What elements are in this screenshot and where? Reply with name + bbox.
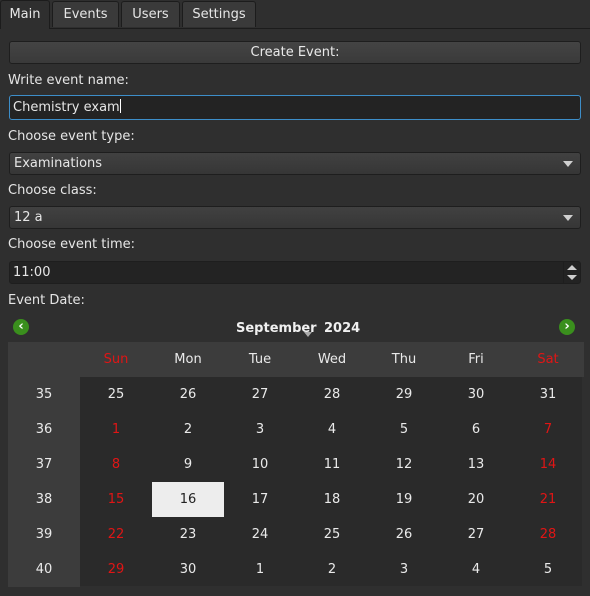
calendar-day[interactable]: 9	[152, 447, 224, 482]
calendar-day[interactable]: 3	[224, 412, 296, 447]
week-number: 39	[8, 517, 80, 552]
calendar-day[interactable]: 19	[368, 482, 440, 517]
event-name-value: Chemistry exam	[13, 100, 120, 115]
calendar-day[interactable]: 28	[512, 517, 584, 552]
tab-settings[interactable]: Settings	[182, 1, 256, 27]
calendar-day[interactable]: 13	[440, 447, 512, 482]
class-label: Choose class:	[8, 183, 97, 198]
calendar-day[interactable]: 15	[80, 482, 152, 517]
tab-bar: Main Events Users Settings	[0, 0, 590, 29]
event-type-label: Choose event type:	[8, 129, 135, 144]
calendar-day[interactable]: 2	[152, 412, 224, 447]
calendar-day[interactable]: 27	[224, 377, 296, 412]
calendar-day[interactable]: 23	[152, 517, 224, 552]
chevron-down-icon	[563, 215, 573, 221]
weekday-header: Tue	[224, 342, 296, 377]
calendar-day[interactable]: 24	[224, 517, 296, 552]
week-number: 37	[8, 447, 80, 482]
calendar-day[interactable]: 26	[368, 517, 440, 552]
event-name-label: Write event name:	[8, 73, 129, 88]
calendar-day[interactable]: 18	[296, 482, 368, 517]
event-time-label: Choose event time:	[8, 237, 136, 252]
calendar-day[interactable]: 20	[440, 482, 512, 517]
spin-down-icon[interactable]	[567, 275, 577, 280]
week-number: 36	[8, 412, 80, 447]
calendar-day[interactable]: 16	[152, 482, 224, 517]
calendar-day[interactable]: 28	[296, 377, 368, 412]
calendar-day[interactable]: 30	[440, 377, 512, 412]
calendar-day[interactable]: 17	[224, 482, 296, 517]
calendar-day[interactable]: 10	[224, 447, 296, 482]
calendar-day[interactable]: 25	[296, 517, 368, 552]
calendar-day[interactable]: 4	[440, 552, 512, 587]
text-caret	[119, 99, 121, 113]
calendar-day[interactable]: 27	[440, 517, 512, 552]
event-type-select[interactable]: Examinations	[9, 152, 581, 175]
event-name-input[interactable]: Chemistry exam	[9, 95, 581, 120]
class-select[interactable]: 12 a	[9, 206, 581, 229]
spin-up-icon[interactable]	[567, 265, 577, 270]
calendar-day[interactable]: 8	[80, 447, 152, 482]
calendar-day[interactable]: 31	[512, 377, 584, 412]
calendar-day[interactable]: 1	[224, 552, 296, 587]
calendar-day[interactable]: 29	[80, 552, 152, 587]
tab-main[interactable]: Main	[0, 0, 50, 29]
calendar-day[interactable]: 21	[512, 482, 584, 517]
calendar-day[interactable]: 30	[152, 552, 224, 587]
week-number: 40	[8, 552, 80, 587]
calendar-day[interactable]: 25	[80, 377, 152, 412]
weekday-header: Fri	[440, 342, 512, 377]
calendar-day[interactable]: 6	[440, 412, 512, 447]
calendar-day[interactable]: 7	[512, 412, 584, 447]
chevron-down-icon	[563, 161, 573, 167]
week-number: 35	[8, 377, 80, 412]
week-number: 38	[8, 482, 80, 517]
class-value: 12 a	[14, 210, 43, 225]
calendar-day[interactable]: 26	[152, 377, 224, 412]
calendar-day[interactable]: 5	[512, 552, 584, 587]
calendar-day[interactable]: 1	[80, 412, 152, 447]
event-type-value: Examinations	[14, 156, 103, 171]
event-date-label: Event Date:	[8, 293, 85, 308]
calendar-day[interactable]: 3	[368, 552, 440, 587]
calendar-day[interactable]: 14	[512, 447, 584, 482]
tab-events[interactable]: Events	[52, 1, 119, 27]
weekday-header: Thu	[368, 342, 440, 377]
calendar-day[interactable]: 29	[368, 377, 440, 412]
arrow-left-icon[interactable]: ‹	[13, 319, 29, 335]
event-time-spinbox[interactable]: 11:00	[9, 261, 581, 284]
event-time-value: 11:00	[13, 265, 51, 280]
calendar-day[interactable]: 2	[296, 552, 368, 587]
chevron-down-icon[interactable]	[304, 332, 312, 337]
calendar-day[interactable]: 12	[368, 447, 440, 482]
tab-users[interactable]: Users	[121, 1, 180, 27]
weekday-header: Wed	[296, 342, 368, 377]
week-number-header	[8, 342, 80, 377]
create-event-button[interactable]: Create Event:	[9, 41, 581, 64]
weekday-header: Mon	[152, 342, 224, 377]
weekday-header: Sat	[512, 342, 584, 377]
calendar-day[interactable]: 11	[296, 447, 368, 482]
calendar-day[interactable]: 5	[368, 412, 440, 447]
arrow-right-icon[interactable]: ›	[559, 319, 575, 335]
calendar-day[interactable]: 4	[296, 412, 368, 447]
weekday-header: Sun	[80, 342, 152, 377]
calendar-day[interactable]: 22	[80, 517, 152, 552]
calendar-grid: Sun Mon Tue Wed Thu Fri Sat 35 25 26 27 28 29 30 31 36 1…	[8, 342, 584, 587]
calendar-year[interactable]: 2024	[324, 321, 360, 336]
